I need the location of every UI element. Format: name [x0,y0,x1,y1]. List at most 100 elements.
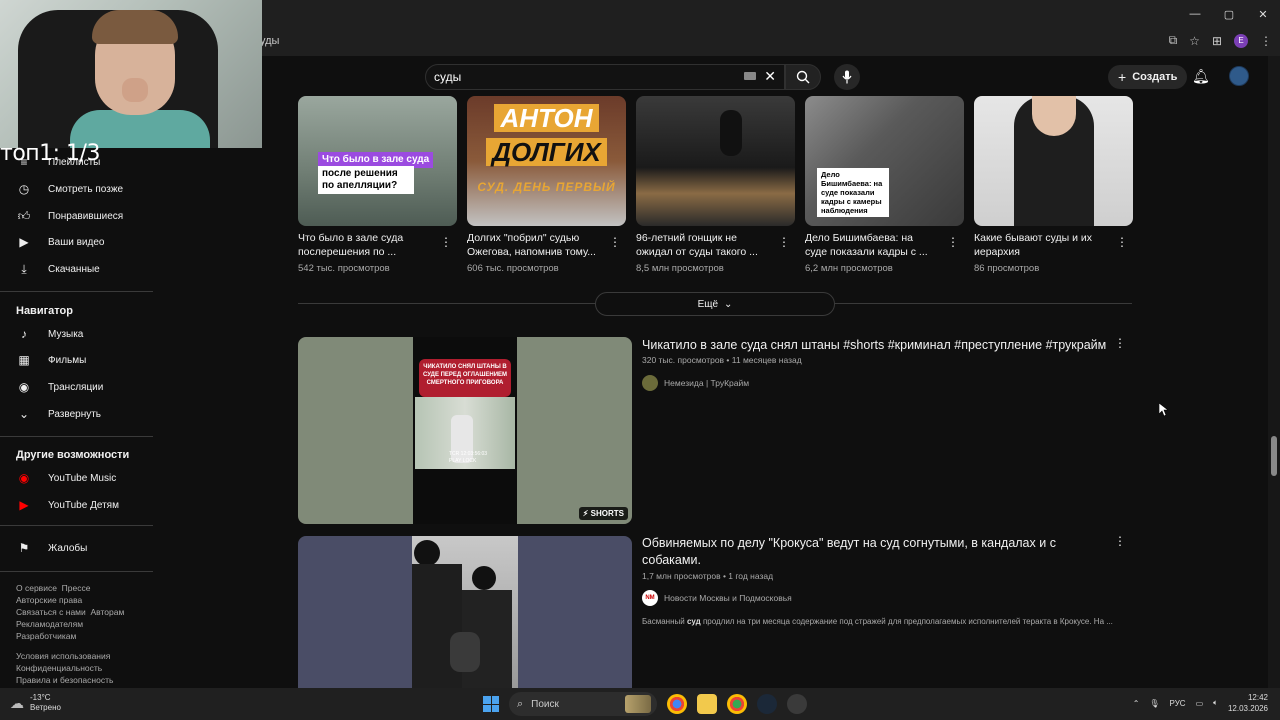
sidebar-item-downloads[interactable]: ⤓ Скачанные [16,259,99,279]
show-more-button[interactable]: Ещё ⌄ [595,292,835,316]
language-indicator[interactable]: РУС [1170,699,1186,708]
clear-search-icon[interactable]: ✕ [764,68,776,85]
video-thumbnail[interactable] [636,96,795,226]
footer-link[interactable]: Авторские права [16,595,82,605]
search-input[interactable]: суды ✕ [425,64,785,90]
browser-menu-icon[interactable]: ⋮ [1260,34,1272,48]
scrollbar-thumb[interactable] [1271,436,1277,476]
more-options-icon[interactable]: ⋮ [778,235,790,249]
video-thumbnail[interactable]: ЧИКАТИЛО СНЯЛ ШТАНЫ В СУДЕ ПЕРЕД ОГЛАШЕН… [298,337,632,524]
footer-link[interactable]: Условия использования [16,651,110,661]
volume-icon[interactable]: 🔈︎ [1213,698,1218,708]
video-thumbnail[interactable]: Дело Бишимбаева: на суде показали кадры … [805,96,964,226]
window-controls: — ▢ ✕ [1178,0,1280,28]
footer-link[interactable]: Связаться с нами [16,607,86,617]
show-more-label: Ещё [697,298,719,310]
channel-name[interactable]: Новости Москвы и Подмосковья [664,593,792,603]
channel-avatar[interactable] [642,375,658,391]
video-title[interactable]: Что было в зале суда послерешения по ... [298,231,403,259]
sidebar-item-youtube-music[interactable]: ◉ YouTube Music [16,468,116,488]
video-title[interactable]: 96-летний гонщик не ожидал от суды такого… [636,231,758,259]
video-title[interactable]: Чикатило в зале суда снял штаны #shorts … [642,337,1106,354]
sidebar-item-liked[interactable]: 👍︎ Понравившиеся [16,206,123,226]
sidebar-item-youtube-kids[interactable]: ▶ YouTube Детям [16,495,119,515]
more-options-icon[interactable]: ⋮ [947,235,959,249]
sidebar-item-reports[interactable]: ⚑ Жалобы [16,538,88,558]
search-value[interactable]: суды [434,70,461,84]
search-icon: ⌕ [517,697,524,710]
footer-link[interactable]: О сервисе [16,583,57,593]
youtube-kids-icon: ▶ [19,498,29,512]
video-thumbnail[interactable]: Что было в зале суда после решения по апе… [298,96,457,226]
sidebar: ≡ Плейлисты ◷ Смотреть позже 👍︎ Понравившие… [0,96,155,688]
profile-icon[interactable]: E [1234,33,1248,48]
chrome-taskbar-icon[interactable] [667,694,687,714]
channel-link[interactable]: Немезида | ТруКрайм [642,375,749,391]
voice-search-button[interactable] [834,64,860,90]
chrome-profile-icon[interactable] [727,694,747,714]
create-button[interactable]: + Создать [1108,65,1188,89]
file-explorer-icon[interactable] [697,694,717,714]
view-count: 542 тыс. просмотров [298,263,390,274]
steam-icon[interactable] [757,694,777,714]
clock-icon: ◷ [18,182,30,196]
more-options-icon[interactable]: ⋮ [1114,534,1126,548]
footer-link[interactable]: Рекламодателям [16,619,83,629]
sidebar-item-music[interactable]: ♪ Музыка [16,324,83,344]
footer-link[interactable]: Конфиденциальность [16,663,102,673]
maximize-button[interactable]: ▢ [1212,0,1246,28]
sidebar-item-your-videos[interactable]: ▶ Ваши видео [16,232,104,252]
keyboard-icon[interactable] [744,72,756,80]
network-icon[interactable]: ▭ [1196,699,1204,708]
search-button[interactable] [785,64,821,90]
video-title[interactable]: Обвиняемых по делу "Крокуса" ведут на су… [642,535,1056,569]
search-highlight-image [625,695,651,713]
taskbar-center: ⌕ Поиск [483,692,807,716]
page-scrollbar[interactable] [1268,56,1280,688]
extensions-icon[interactable]: ⊞ [1212,34,1222,48]
notifications-bell-icon[interactable]: 🔔︎ [1192,68,1210,85]
bookmark-star-icon[interactable]: ☆ [1189,34,1200,48]
minimize-button[interactable]: — [1178,0,1212,28]
weather-widget[interactable]: ☁ -13°C Ветрено [10,693,61,713]
thumbnail-caption: СУД. ДЕНЬ ПЕРВЫЙ [477,180,616,194]
sidebar-item-watch-later[interactable]: ◷ Смотреть позже [16,179,123,199]
video-title[interactable]: Долгих "побрил" судью Ожегова, напомнив т… [467,231,596,259]
video-thumbnail[interactable] [298,536,632,688]
more-options-icon[interactable]: ⋮ [1114,336,1126,350]
channel-link[interactable]: NM Новости Москвы и Подмосковья [642,590,792,606]
sidebar-item-label: Музыка [48,328,84,340]
account-avatar[interactable] [1229,66,1249,86]
video-thumbnail[interactable] [974,96,1133,226]
view-count: 8,5 млн просмотров [636,263,724,274]
music-icon: ♪ [21,327,27,341]
footer-link[interactable]: Прессе [62,583,91,593]
more-options-icon[interactable]: ⋮ [1116,235,1128,249]
footer-link[interactable]: Авторам [91,607,125,617]
download-icon: ⤓ [21,261,27,276]
thumbnail-caption: Дело Бишимбаева: на суде показали кадры … [817,168,889,217]
video-title[interactable]: Какие бывают суды и их иерархия [974,231,1092,259]
app-icon[interactable] [787,694,807,714]
more-options-icon[interactable]: ⋮ [440,235,452,249]
microphone-icon[interactable]: 🎙︎ [1149,699,1159,708]
taskbar-search[interactable]: ⌕ Поиск [509,692,657,716]
sidebar-item-films[interactable]: ▦ Фильмы [16,350,86,370]
cast-icon[interactable]: ⧉ [1169,33,1178,48]
close-window-button[interactable]: ✕ [1246,0,1280,28]
more-options-icon[interactable]: ⋮ [609,235,621,249]
sidebar-item-expand[interactable]: ⌄ Развернуть [16,404,101,424]
video-thumbnail[interactable]: АНТОН ДОЛГИХ СУД. ДЕНЬ ПЕРВЫЙ [467,96,626,226]
timecode-text: TCR 12:03:56:03 PLAY LOCK [449,451,488,464]
footer-link[interactable]: Правила и безопасность [16,675,113,685]
footer-link[interactable]: Разработчикам [16,631,76,641]
taskbar-clock[interactable]: 12:42 12.03.2026 [1228,692,1268,714]
video-meta: 1,7 млн просмотров • 1 год назад [642,571,774,581]
video-title[interactable]: Дело Бишимбаева: на суде показали кадры с… [805,231,928,259]
channel-avatar[interactable]: NM [642,590,658,606]
sidebar-item-live[interactable]: ◉ Трансляции [16,377,104,397]
channel-name[interactable]: Немезида | ТруКрайм [664,378,749,388]
windows-start-icon[interactable] [483,696,499,712]
chevron-up-icon[interactable]: ⌃ [1133,699,1140,708]
address-text[interactable]: уды [260,35,279,47]
